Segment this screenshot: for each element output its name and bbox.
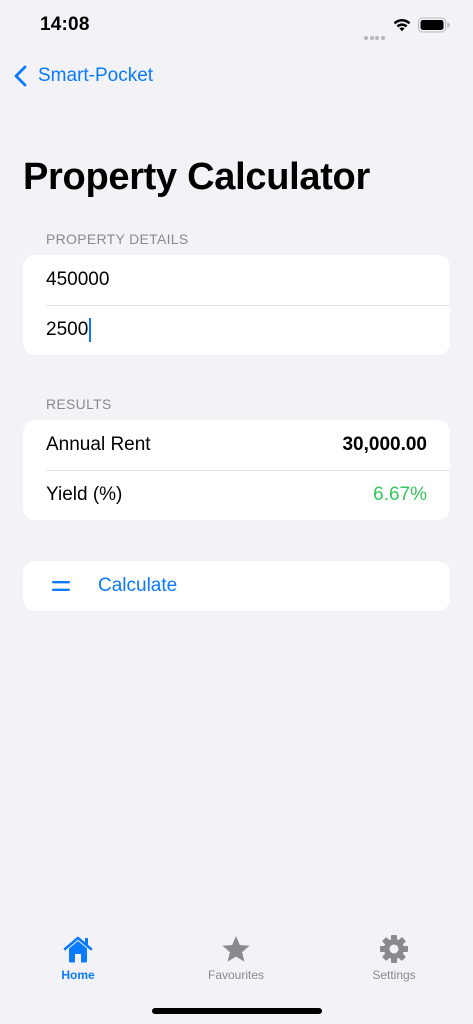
property-details-card: 2500 bbox=[23, 255, 450, 355]
status-bar: 14:08 bbox=[0, 0, 473, 52]
tab-home-label: Home bbox=[61, 968, 95, 982]
calculate-label: Calculate bbox=[98, 575, 178, 596]
price-input[interactable] bbox=[46, 269, 427, 291]
calculate-row: Calculate bbox=[23, 561, 450, 611]
results-card: Annual Rent 30,000.00 Yield (%) 6.67% bbox=[23, 420, 450, 520]
price-row bbox=[23, 255, 450, 305]
star-icon bbox=[222, 936, 250, 962]
battery-icon bbox=[418, 17, 450, 33]
yield-label: Yield (%) bbox=[46, 484, 123, 505]
property-details-header: PROPERTY DETAILS bbox=[46, 231, 189, 247]
gear-icon bbox=[380, 935, 408, 963]
tab-settings-label: Settings bbox=[372, 968, 416, 982]
rent-row: 2500 bbox=[23, 305, 450, 355]
cellular-icon bbox=[364, 27, 386, 40]
annual-rent-label: Annual Rent bbox=[46, 434, 151, 455]
yield-value: 6.67% bbox=[373, 484, 427, 505]
home-indicator bbox=[152, 1008, 322, 1014]
wifi-icon bbox=[393, 19, 411, 32]
tab-favourites[interactable]: Favourites bbox=[181, 928, 291, 982]
results-header: RESULTS bbox=[46, 396, 112, 412]
annual-rent-row: Annual Rent 30,000.00 bbox=[23, 420, 450, 470]
text-cursor bbox=[89, 318, 92, 342]
calculate-button[interactable]: Calculate bbox=[23, 561, 450, 611]
yield-row: Yield (%) 6.67% bbox=[23, 470, 450, 520]
tab-home[interactable]: Home bbox=[23, 928, 133, 982]
tab-settings[interactable]: Settings bbox=[339, 928, 449, 982]
page-title: Property Calculator bbox=[23, 156, 370, 198]
tab-favourites-label: Favourites bbox=[207, 968, 265, 982]
house-icon bbox=[63, 936, 93, 963]
equals-icon bbox=[52, 581, 70, 591]
tab-bar: Home Favourites Settings bbox=[0, 928, 473, 994]
chevron-left-icon bbox=[14, 65, 27, 87]
back-button-label: Smart-Pocket bbox=[38, 65, 154, 86]
app-screen: 14:08 Smart-Pocket Property Calculator P… bbox=[0, 0, 473, 1024]
rent-input[interactable]: 2500 bbox=[46, 318, 92, 342]
rent-input-value: 2500 bbox=[46, 319, 89, 340]
back-button[interactable]: Smart-Pocket bbox=[12, 60, 153, 92]
status-time: 14:08 bbox=[40, 14, 90, 35]
annual-rent-value: 30,000.00 bbox=[342, 434, 427, 455]
